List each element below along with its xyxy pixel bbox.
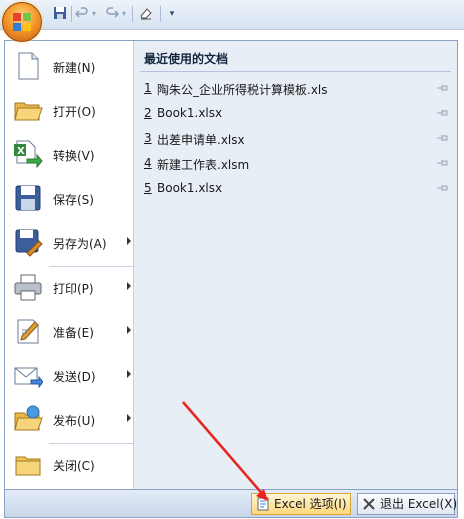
recent-doc-item[interactable]: 2 Book1.xlsx — [140, 102, 452, 124]
close-folder-icon — [13, 449, 43, 479]
options-doc-icon — [256, 497, 270, 511]
menu-item-label: 发送(D) — [53, 370, 96, 384]
recent-documents-title: 最近使用的文档 — [144, 52, 229, 66]
menu-item-send[interactable]: 发送(D) — [7, 355, 133, 397]
redo-icon[interactable] — [104, 6, 120, 22]
toolbar-separator — [71, 6, 72, 22]
recent-doc-number: 2 — [144, 106, 152, 120]
printer-icon — [13, 272, 43, 302]
recent-documents-panel: 最近使用的文档 1 陶朱公_企业所得税计算模板.xls 2 Book1.xlsx… — [133, 41, 457, 489]
office-logo-icon — [13, 13, 33, 33]
menu-item-label: 准备(E) — [53, 326, 94, 340]
exit-x-icon — [362, 497, 376, 511]
recent-doc-number: 4 — [144, 156, 152, 170]
pin-icon[interactable] — [436, 132, 450, 142]
recent-doc-number: 5 — [144, 181, 152, 195]
menu-item-label: 发布(U) — [53, 414, 96, 428]
menu-commands: 新建(N) 打开(O) X 转换(V) 保存(S) 另存为(A) 打印(P) 准… — [5, 41, 133, 489]
toolbar-separator — [160, 6, 161, 22]
recent-divider — [140, 71, 451, 72]
menu-item-prepare[interactable]: 准备(E) — [7, 311, 133, 353]
recent-doc-name: Book1.xlsx — [157, 181, 223, 195]
convert-excel-icon: X — [13, 139, 43, 169]
menu-item-new[interactable]: 新建(N) — [7, 46, 133, 88]
new-document-icon — [13, 51, 43, 81]
menu-item-label: 转换(V) — [53, 149, 95, 163]
menu-item-open[interactable]: 打开(O) — [7, 90, 133, 132]
menu-item-close[interactable]: 关闭(C) — [7, 444, 133, 486]
exit-excel-button[interactable]: 退出 Excel(X) — [357, 493, 458, 515]
menu-item-save-as[interactable]: 另存为(A) — [7, 222, 133, 264]
quick-access-toolbar: ▾ ▾ ▾ — [0, 0, 464, 30]
send-mail-icon — [13, 360, 44, 390]
customize-toolbar-icon[interactable]: ▾ — [166, 6, 178, 22]
submenu-arrow-icon — [127, 326, 131, 334]
publish-folder-icon — [13, 404, 43, 434]
menu-item-label: 新建(N) — [53, 61, 96, 75]
recent-doc-name: Book1.xlsx — [157, 106, 223, 120]
excel-options-button[interactable]: Excel 选项(I) — [251, 493, 351, 515]
pin-icon[interactable] — [436, 157, 450, 167]
menu-item-convert[interactable]: X 转换(V) — [7, 134, 133, 176]
menu-item-print[interactable]: 打印(P) — [7, 267, 133, 309]
undo-dropdown-icon[interactable]: ▾ — [90, 6, 98, 22]
pin-icon[interactable] — [436, 82, 450, 92]
menu-footer: Excel 选项(I) 退出 Excel(X) — [4, 490, 458, 518]
submenu-arrow-icon — [127, 414, 131, 422]
recent-doc-number: 3 — [144, 131, 152, 145]
recent-doc-name: 陶朱公_企业所得税计算模板.xls — [157, 83, 328, 97]
recent-doc-item[interactable]: 4 新建工作表.xlsm — [140, 152, 452, 174]
recent-doc-item[interactable]: 3 出差申请单.xlsx — [140, 127, 452, 149]
open-folder-icon — [13, 95, 43, 125]
recent-doc-item[interactable]: 5 Book1.xlsx — [140, 177, 452, 199]
save-disk-icon — [13, 183, 43, 213]
recent-doc-number: 1 — [144, 81, 152, 95]
menu-item-label: 保存(S) — [53, 193, 94, 207]
eraser-icon[interactable] — [138, 6, 154, 22]
office-menu: 新建(N) 打开(O) X 转换(V) 保存(S) 另存为(A) 打印(P) 准… — [4, 40, 458, 490]
prepare-icon — [13, 316, 43, 346]
save-as-icon — [13, 227, 43, 257]
exit-excel-label: 退出 Excel(X) — [380, 497, 458, 511]
submenu-arrow-icon — [127, 282, 131, 290]
menu-item-label: 打印(P) — [53, 282, 94, 296]
recent-doc-item[interactable]: 1 陶朱公_企业所得税计算模板.xls — [140, 77, 452, 99]
pin-icon[interactable] — [436, 182, 450, 192]
svg-text:X: X — [17, 146, 25, 157]
office-button[interactable] — [2, 2, 42, 42]
submenu-arrow-icon — [127, 237, 131, 245]
recent-doc-name: 新建工作表.xlsm — [157, 158, 250, 172]
redo-dropdown-icon[interactable]: ▾ — [120, 6, 128, 22]
submenu-arrow-icon — [127, 370, 131, 378]
menu-item-label: 关闭(C) — [53, 459, 95, 473]
toolbar-separator — [132, 6, 133, 22]
menu-item-label: 打开(O) — [53, 105, 96, 119]
save-icon[interactable] — [52, 6, 68, 22]
menu-item-save[interactable]: 保存(S) — [7, 178, 133, 220]
menu-item-publish[interactable]: 发布(U) — [7, 399, 133, 441]
pin-icon[interactable] — [436, 107, 450, 117]
excel-options-label: Excel 选项(I) — [274, 497, 347, 511]
recent-doc-name: 出差申请单.xlsx — [157, 133, 245, 147]
undo-icon[interactable] — [74, 6, 90, 22]
menu-item-label: 另存为(A) — [53, 237, 107, 251]
